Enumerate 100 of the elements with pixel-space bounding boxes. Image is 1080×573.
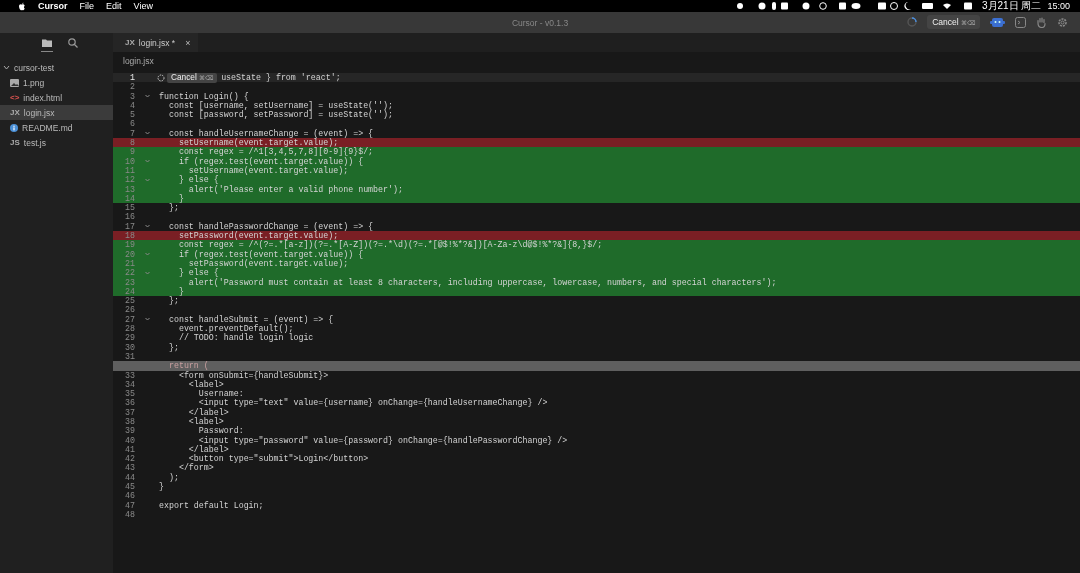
- info-icon: [10, 123, 18, 132]
- code-line: const regex = /^1[3,4,5,7,8][0-9]{9}$/;: [177, 147, 374, 157]
- code-line: <input type="text" value={username} onChange={handleUsernameChange} />: [198, 398, 548, 408]
- explorer-entry[interactable]: JS test.js: [0, 135, 113, 150]
- line-number: 19: [124, 240, 135, 250]
- line-number: 14: [124, 193, 135, 204]
- search-icon[interactable]: [66, 37, 79, 49]
- code-line: };: [167, 296, 179, 306]
- line-number: 2: [129, 82, 135, 92]
- line-number: 39: [124, 426, 135, 436]
- code-line: const handleSubmit = (event) => {: [167, 314, 334, 324]
- app-menu[interactable]: Cursor: [38, 1, 68, 11]
- code-line: Password:: [197, 426, 244, 436]
- code-line: <input type="password" value={password} onChange={handlePasswordChange} />: [198, 435, 568, 445]
- line-number: 38: [124, 417, 135, 427]
- line-number: 43: [124, 463, 135, 473]
- line-number: 8: [129, 138, 135, 148]
- line-number: 18: [124, 231, 135, 241]
- fold-chevron-icon[interactable]: [144, 224, 150, 229]
- code-line: if (regex.test(event.target.value)) {: [177, 249, 364, 259]
- code-line: setUsername(event.target.value);: [187, 165, 349, 176]
- explorer-entry[interactable]: JX login.jsx: [0, 105, 113, 120]
- fold-chevron-icon[interactable]: [144, 252, 150, 257]
- line-number: 12: [124, 175, 135, 185]
- code-line: const regex = /^(?=.*[a-z])(?=.*[A-Z])(?=.*\d)(?=.*[@$!%*?&])[A-Za-z\d@$!%*?&]{8,}$/;: [177, 240, 603, 250]
- code-line: </label>: [187, 444, 229, 454]
- line-number: 34: [124, 379, 135, 390]
- line-number: 6: [129, 119, 135, 129]
- folder-icon[interactable]: [40, 37, 53, 52]
- breadcrumb[interactable]: login.jsx: [113, 52, 1080, 71]
- line-number: 46: [124, 491, 135, 501]
- line-number: 21: [124, 258, 135, 269]
- menu-item[interactable]: File: [79, 1, 95, 11]
- line-number: 23: [124, 277, 135, 287]
- line-number: 10: [124, 156, 135, 166]
- fold-chevron-icon[interactable]: [144, 177, 150, 182]
- fold-chevron-icon[interactable]: [144, 94, 150, 99]
- code-line: };: [167, 203, 179, 213]
- line-number: 17: [124, 221, 135, 232]
- code-line: return (: [167, 361, 209, 371]
- line-number: 29: [124, 333, 135, 343]
- code-line: } else {: [177, 268, 219, 278]
- code-line: setUsername(event.target.value);: [177, 138, 339, 148]
- line-number: 41: [124, 444, 135, 455]
- window-title: Cursor - v0.1.3: [511, 17, 569, 28]
- code-line: }: [177, 193, 184, 204]
- code-line: } else {: [177, 175, 219, 185]
- code-line: useState } from 'react';: [221, 73, 341, 83]
- line-number: 45: [124, 482, 135, 492]
- image-icon: [10, 78, 19, 87]
- fold-chevron-icon[interactable]: [144, 317, 150, 322]
- code-line: const [password, setPassword] = useState('');: [167, 110, 393, 120]
- line-number: 1: [129, 73, 135, 83]
- hand-icon[interactable]: [1036, 16, 1047, 28]
- line-number: 15: [124, 203, 135, 213]
- close-icon[interactable]: ×: [185, 37, 191, 48]
- code-line: <button type="submit">Login</button>: [188, 454, 369, 464]
- menu-date: 3月21日 周二: [982, 0, 1042, 13]
- explorer-entry[interactable]: README.md: [0, 120, 113, 135]
- fold-chevron-icon[interactable]: [144, 131, 150, 136]
- menu-clock: 15:00: [1047, 1, 1070, 11]
- line-number: 7: [129, 128, 135, 139]
- line-number: 4: [129, 100, 135, 111]
- code-line: </form>: [177, 463, 214, 473]
- folder-item[interactable]: cursor-test: [0, 60, 113, 75]
- code-line: // TODO: handle login logic: [177, 333, 314, 343]
- loading-spinner-icon: [157, 73, 165, 82]
- code-line: }: [159, 482, 164, 492]
- line-number: 26: [124, 305, 135, 315]
- explorer-entry[interactable]: 1.png: [0, 75, 113, 90]
- line-number: 47: [124, 500, 135, 510]
- line-number: 9: [129, 147, 135, 157]
- code-line: setPassword(event.target.value);: [177, 231, 339, 241]
- explorer-entry[interactable]: <> index.html: [0, 90, 113, 105]
- line-number: 40: [124, 435, 135, 445]
- code-line: Username:: [197, 389, 244, 399]
- line-number: 33: [124, 370, 135, 380]
- settings-icon[interactable]: [1057, 16, 1068, 28]
- code-line: export default Login;: [159, 500, 264, 510]
- loading-spinner-icon: [907, 17, 918, 27]
- fold-chevron-icon[interactable]: [144, 159, 150, 164]
- code-line: <label>: [187, 417, 224, 426]
- code-line: const handleUsernameChange = (event) => {: [167, 128, 374, 139]
- line-number: 36: [124, 398, 135, 408]
- fold-chevron-icon[interactable]: [144, 270, 150, 275]
- line-number: 48: [124, 509, 135, 520]
- line-number: 20: [124, 249, 135, 259]
- line-number: 16: [124, 212, 135, 222]
- robot-icon[interactable]: [990, 16, 1005, 28]
- code-line: setPassword(event.target.value);: [187, 258, 349, 269]
- menu-item[interactable]: Edit: [106, 1, 122, 11]
- terminal-icon[interactable]: [1015, 16, 1026, 28]
- code-line: </label>: [187, 407, 229, 417]
- code-line: function Login() {: [159, 91, 249, 101]
- code-line: event.preventDefault();: [177, 324, 294, 334]
- apple-icon[interactable]: [18, 1, 26, 11]
- editor-tab[interactable]: JX login.jsx * ×: [113, 33, 199, 52]
- line-number: 24: [124, 286, 135, 297]
- line-number: 22: [124, 268, 135, 278]
- menu-item[interactable]: View: [133, 1, 153, 11]
